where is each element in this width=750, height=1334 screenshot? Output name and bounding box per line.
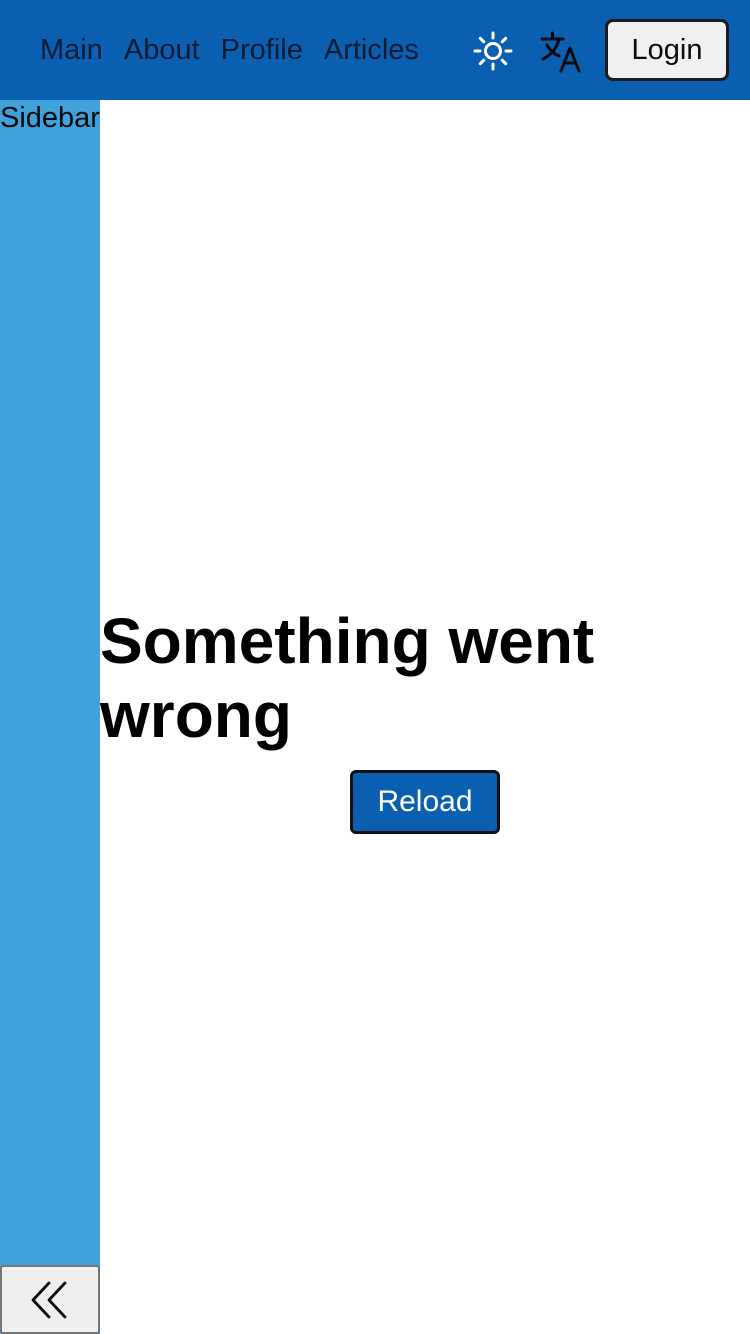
translate-icon: [540, 31, 581, 73]
nav-link-main[interactable]: Main: [40, 35, 103, 65]
sidebar: Sidebar: [0, 100, 100, 1334]
login-button[interactable]: Login: [605, 19, 729, 81]
sidebar-collapse-button[interactable]: [0, 1265, 100, 1334]
nav-link-articles[interactable]: Articles: [324, 35, 419, 65]
language-toggle-button[interactable]: [537, 28, 585, 76]
nav-links: Main About Profile Articles: [40, 0, 419, 100]
nav-link-profile[interactable]: Profile: [221, 35, 303, 65]
double-chevron-left-icon: [31, 1281, 67, 1318]
sidebar-label: Sidebar: [0, 102, 100, 134]
sun-icon: [473, 31, 513, 71]
reload-button[interactable]: Reload: [350, 770, 500, 834]
navbar: Main About Profile Articles Login: [0, 0, 750, 100]
error-title: Something went wrong: [100, 605, 595, 751]
nav-link-about[interactable]: About: [124, 35, 200, 65]
theme-toggle-button[interactable]: [470, 28, 516, 74]
